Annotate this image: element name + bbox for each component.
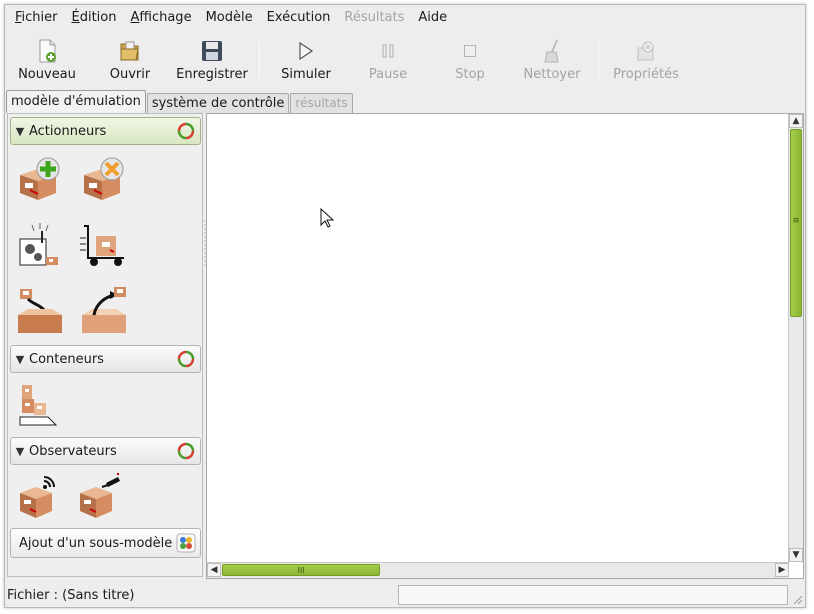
box-create-icon[interactable] [14,154,66,204]
properties-button[interactable]: Propriétés [609,33,683,87]
menu-affichage-rest: ffichage [139,10,192,25]
pause-label: Pause [368,67,408,82]
box-destroy-icon[interactable] [78,154,130,204]
horizontal-scrollbar[interactable]: ◀ III ▶ [207,562,789,578]
statusbar: Fichier : (Sans titre) [5,583,805,607]
new-document-icon [34,38,60,64]
simulate-label: Simuler [281,67,331,82]
take-out-box-icon[interactable] [78,286,130,336]
model-canvas[interactable]: ▲ ≡ ▼ ◀ III ▶ [206,113,804,579]
app-window: Fichier Édition Affichage Modèle Exécuti… [4,4,806,608]
section-actuators-header[interactable]: ▼ Actionneurs [10,117,201,145]
tab-bar: modèle d'émulation système de contrôle r… [6,90,354,113]
submodel-icon [176,533,196,553]
menu-edition-rest: dition [79,10,117,25]
refresh-icon[interactable] [175,440,197,462]
open-folder-icon [117,38,143,64]
properties-label: Propriétés [613,67,679,82]
menu-fichier[interactable]: Fichier [8,7,65,29]
menu-modele[interactable]: Modèle [199,7,260,29]
properties-icon [633,38,659,64]
stop-label: Stop [455,67,485,82]
tab-control-system[interactable]: système de contrôle [146,93,290,113]
chevron-down-icon: ▼ [15,444,25,458]
component-palette: ▼ Actionneurs ▼ Conteneurs ▼ Observateur… [7,113,203,577]
drop-in-box-icon[interactable] [14,286,66,336]
toolbar-separator [259,41,260,79]
tab-results[interactable]: résultats [290,93,353,113]
open-button[interactable]: Ouvrir [103,33,157,87]
resize-grip-icon[interactable] [791,593,803,605]
broom-icon [539,38,565,64]
section-containers-header[interactable]: ▼ Conteneurs [10,345,201,373]
open-label: Ouvrir [109,67,151,82]
chevron-down-icon: ▼ [15,124,25,138]
menu-edition[interactable]: Édition [65,7,124,29]
box-sensor-icon[interactable] [14,470,66,520]
pause-icon [375,38,401,64]
menu-edition-mnemonic: É [71,10,80,25]
scroll-up-icon[interactable]: ▲ [789,114,803,128]
menu-fichier-rest: ichier [21,10,58,25]
save-button[interactable]: Enregistrer [173,33,251,87]
refresh-icon[interactable] [175,348,197,370]
vertical-scroll-grip: ≡ [792,216,800,226]
cart-icon[interactable] [78,220,130,270]
stop-icon [457,38,483,64]
status-progress-field [398,585,788,605]
mouse-pointer-icon [320,207,335,232]
pause-button[interactable]: Pause [361,33,415,87]
simulate-button[interactable]: Simuler [275,33,337,87]
vertical-scroll-thumb[interactable]: ≡ [790,129,802,317]
save-label: Enregistrer [176,67,248,82]
new-button[interactable]: Nouveau [17,33,77,87]
tab-emulation-model[interactable]: modèle d'émulation [6,90,146,113]
menu-affichage[interactable]: Affichage [123,7,198,29]
refresh-icon[interactable] [175,120,197,142]
status-file-label: Fichier : (Sans titre) [7,587,135,603]
scroll-down-icon[interactable]: ▼ [789,548,803,562]
section-observers-header[interactable]: ▼ Observateurs [10,437,201,465]
floppy-save-icon [199,38,225,64]
scroll-left-icon[interactable]: ◀ [207,563,221,577]
section-containers-title: Conteneurs [29,351,104,367]
add-submodel-label: Ajout d'un sous-modèle [19,535,173,551]
menu-resultats[interactable]: Résultats [337,7,411,29]
new-label: Nouveau [18,67,76,82]
toolbar-separator [598,41,599,79]
stop-button[interactable]: Stop [445,33,495,87]
section-observers-title: Observateurs [29,443,117,459]
chevron-down-icon: ▼ [15,352,25,366]
box-scanner-icon[interactable] [74,470,126,520]
menu-aide[interactable]: Aide [411,7,454,29]
horizontal-scroll-grip: III [297,565,305,575]
add-submodel-button[interactable]: Ajout d'un sous-modèle [10,528,201,558]
horizontal-scroll-thumb[interactable]: III [222,564,380,576]
scroll-right-icon[interactable]: ▶ [775,563,789,577]
clean-button[interactable]: Nettoyer [517,33,587,87]
menubar: Fichier Édition Affichage Modèle Exécuti… [5,5,805,31]
menu-execution[interactable]: Exécution [260,7,338,29]
section-actuators-title: Actionneurs [29,123,107,139]
vertical-scrollbar[interactable]: ▲ ≡ ▼ [788,114,803,562]
play-icon [293,38,319,64]
toolbar: Nouveau Ouvrir Enregistrer Simuler Pause… [5,33,805,87]
machine-icon[interactable] [14,220,66,270]
clean-label: Nettoyer [523,67,581,82]
stack-icon[interactable] [14,380,66,430]
